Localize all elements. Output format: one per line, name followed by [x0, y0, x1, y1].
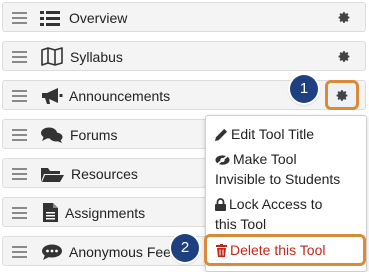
trash-icon	[216, 244, 227, 257]
menu-item-label: Edit Tool Title	[231, 126, 315, 142]
tool-label-announcements: Announcements	[69, 88, 171, 104]
tool-label-forums: Forums	[70, 127, 118, 143]
pencil-icon	[215, 128, 228, 141]
tool-label-anonymous-feedback: Anonymous Fee	[69, 244, 171, 260]
tool-options-menu: Edit Tool Title Make Tool Invisible to S…	[204, 115, 367, 272]
step-callout-2: 2	[171, 234, 199, 262]
tool-label-syllabus: Syllabus	[70, 49, 123, 65]
menu-item-lock-access[interactable]: Lock Access to this Tool	[215, 194, 322, 234]
drag-handle-icon[interactable]	[12, 51, 27, 63]
file-icon	[43, 203, 58, 222]
drag-handle-icon[interactable]	[12, 168, 27, 180]
comment-dots-icon	[42, 244, 62, 260]
tool-row-overview[interactable]: Overview	[2, 2, 366, 32]
folder-open-icon	[41, 168, 64, 182]
map-icon	[41, 47, 63, 66]
comments-icon	[41, 127, 63, 143]
gear-icon[interactable]	[338, 50, 351, 63]
menu-item-label-continued: this Tool	[215, 216, 267, 232]
menu-item-edit-title[interactable]: Edit Tool Title	[215, 124, 314, 144]
gear-icon[interactable]	[336, 89, 349, 102]
menu-item-label: Delete this Tool	[230, 242, 326, 258]
megaphone-icon	[42, 88, 63, 104]
menu-item-label-continued: Invisible to Students	[215, 171, 341, 187]
tool-label-resources: Resources	[71, 166, 138, 182]
drag-handle-icon[interactable]	[12, 12, 27, 24]
menu-item-label: Lock Access to	[229, 196, 323, 212]
drag-handle-icon[interactable]	[12, 246, 27, 258]
tool-label-assignments: Assignments	[65, 205, 146, 221]
lock-icon	[215, 198, 226, 211]
menu-item-label: Make Tool	[233, 151, 297, 167]
tool-row-syllabus[interactable]: Syllabus	[2, 41, 366, 71]
drag-handle-icon[interactable]	[12, 207, 27, 219]
step-callout-1: 1	[290, 75, 318, 103]
drag-handle-icon[interactable]	[12, 129, 27, 141]
list-icon	[40, 11, 60, 26]
menu-item-make-invisible[interactable]: Make Tool Invisible to Students	[215, 149, 340, 189]
menu-item-delete-tool[interactable]: Delete this Tool	[204, 234, 366, 266]
drag-handle-icon[interactable]	[12, 90, 27, 102]
gear-icon[interactable]	[338, 11, 351, 24]
tool-label-overview: Overview	[69, 10, 128, 26]
announcements-settings-button[interactable]	[325, 80, 359, 110]
eye-slash-icon	[215, 154, 230, 166]
